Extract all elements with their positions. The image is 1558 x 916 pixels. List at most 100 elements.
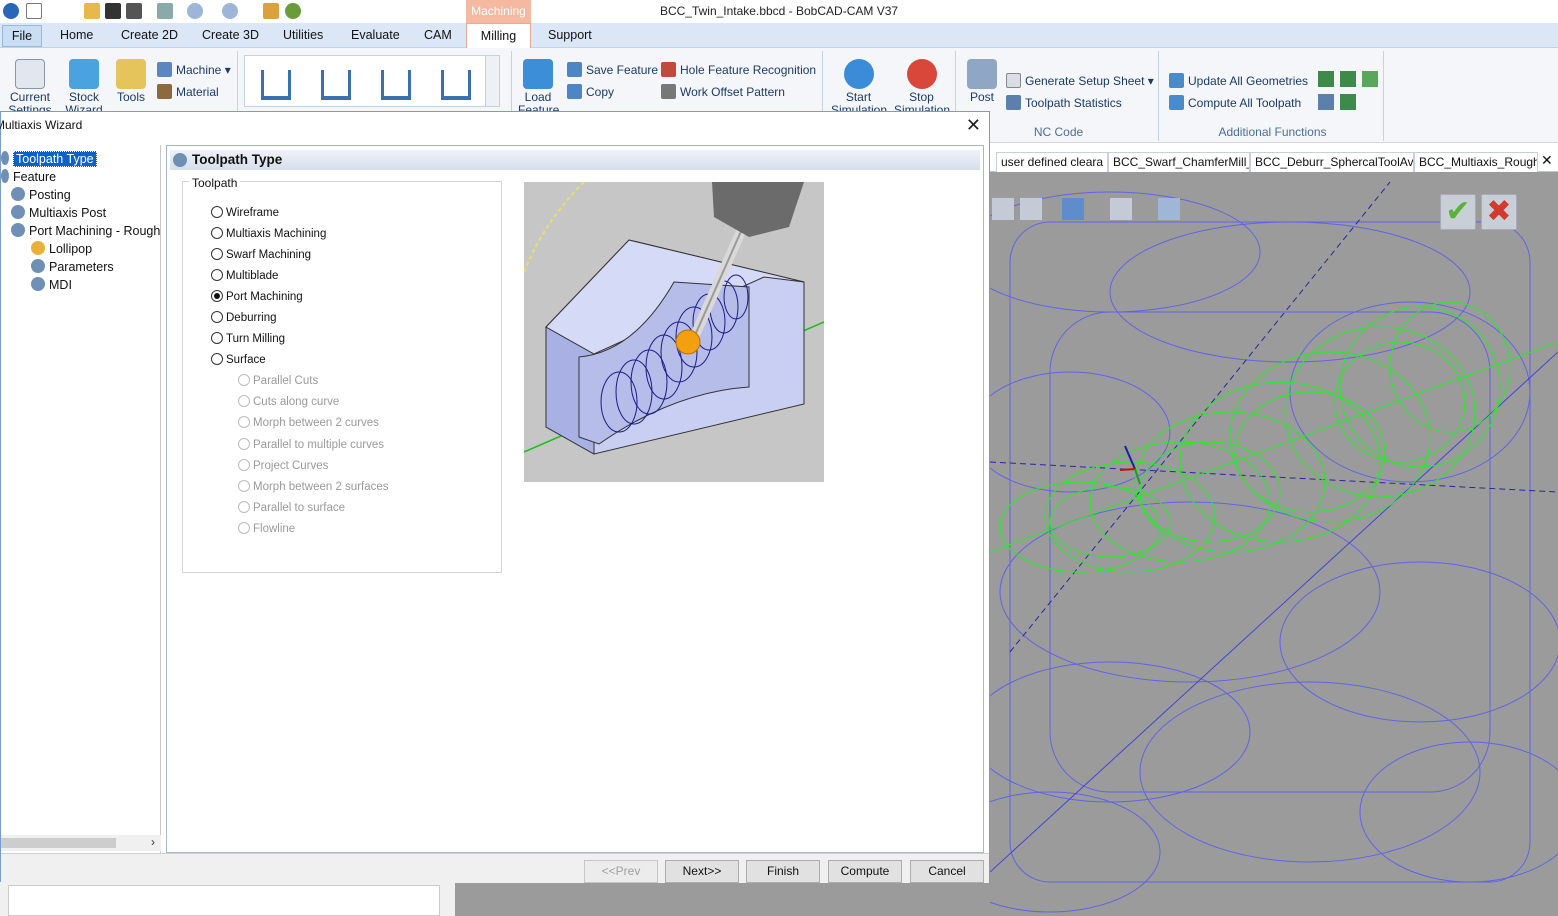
stock-wizard-button[interactable]: Stock Wizard [60,59,108,117]
work-offset-icon [661,84,676,99]
tab-file[interactable]: File [2,25,42,47]
generate-setup-sheet-button[interactable]: Generate Setup Sheet ▾ [1006,73,1154,88]
tree-item-lollipop[interactable]: Lollipop [31,241,92,256]
current-settings-button[interactable]: Current Settings [5,59,55,117]
tree-item-port-machining[interactable]: Port Machining - Rough [11,223,160,238]
surface-option-parallel-multiple-curves[interactable]: Parallel to multiple curves [238,438,384,451]
expand-icon[interactable] [1362,71,1378,87]
toolpath-gallery-icon-3[interactable] [381,70,411,100]
surface-option-cuts-along-curve[interactable]: Cuts along curve [238,395,339,408]
compute-all-toolpath-button[interactable]: Compute All Toolpath [1169,95,1301,110]
option-label: Parallel Cuts [253,375,319,387]
surface-option-project-curves[interactable]: Project Curves [238,459,328,472]
stop-simulation-button[interactable]: Stop Simulation [894,59,950,117]
prev-button[interactable]: <<Prev [584,860,658,883]
tree-horizontal-scrollbar[interactable]: › [1,835,161,851]
option-port-machining[interactable]: Port Machining [211,290,303,303]
doc-tab-swarf[interactable]: BCC_Swarf_ChamferMill_( [1108,152,1250,172]
option-wireframe[interactable]: Wireframe [211,206,279,219]
option-turn-milling[interactable]: Turn Milling [211,332,285,345]
next-button[interactable]: Next>> [665,860,739,883]
toolpath-gallery-icon-1[interactable] [261,70,291,100]
visibility-icon[interactable] [1110,198,1132,220]
wizard-tree: Toolpath Type Feature Posting Multiaxis … [1,145,161,853]
compute-button[interactable]: Compute [828,860,902,883]
pan-icon[interactable] [1020,198,1042,220]
tab-support[interactable]: Support [548,28,592,42]
option-surface[interactable]: Surface [211,353,266,366]
copy-button[interactable]: Copy [567,84,614,99]
option-swarf-machining[interactable]: Swarf Machining [211,248,311,261]
toolpath-gallery-icon-2[interactable] [321,70,351,100]
finish-button[interactable]: Finish [746,860,820,883]
surface-option-parallel-cuts[interactable]: Parallel Cuts [238,374,318,387]
surface-option-morph-2-surfaces[interactable]: Morph between 2 surfaces [238,480,389,493]
zoom-icon[interactable] [992,198,1014,220]
tree-item-label: Feature [13,170,57,184]
radio-icon [238,395,250,407]
machine-button[interactable]: Machine ▾ [157,62,231,77]
tree-item-mdi[interactable]: MDI [31,277,72,292]
display-mode-icon[interactable] [1158,198,1180,220]
save-feature-button[interactable]: Save Feature [567,62,658,77]
option-multiaxis-machining[interactable]: Multiaxis Machining [211,227,326,240]
tab-evaluate[interactable]: Evaluate [351,28,400,42]
update-all-geometries-label: Update All Geometries [1188,74,1309,88]
viewport-lower-strip [455,882,990,916]
tab-milling[interactable]: Milling [466,23,531,49]
tree-item-feature[interactable]: Feature [1,169,56,184]
hole-feature-recognition-button[interactable]: Hole Feature Recognition [661,62,816,77]
start-simulation-button[interactable]: Start Simulation [831,59,887,117]
option-label: Morph between 2 curves [253,417,379,429]
radio-icon [211,269,223,281]
view-cube-icon[interactable] [1062,198,1084,220]
tab-create-3d[interactable]: Create 3D [202,28,259,42]
add-icon[interactable] [1318,71,1334,87]
scroll-thumb[interactable] [1,838,116,848]
radio-icon [238,374,250,386]
chart-icon[interactable] [1340,94,1356,110]
ribbon-tabs: File Home Create 2D Create 3D Utilities … [0,23,1558,49]
tab-cam[interactable]: CAM [424,28,452,42]
doc-tab-multiaxis-rough[interactable]: BCC_Multiaxis_Rough [1414,152,1538,172]
toolpath-statistics-button[interactable]: Toolpath Statistics [1006,95,1122,110]
tree-item-toolpath-type[interactable]: Toolpath Type [1,151,97,167]
tree-item-posting[interactable]: Posting [11,187,71,202]
accept-check-icon[interactable]: ✔ [1440,194,1476,230]
load-feature-button[interactable]: Load Feature [518,59,559,117]
work-offset-pattern-button[interactable]: Work Offset Pattern [661,84,785,99]
surface-option-parallel-to-surface[interactable]: Parallel to surface [238,501,345,514]
tab-home[interactable]: Home [60,28,93,42]
doc-tab-deburr[interactable]: BCC_Deburr_SphercalToolAvc [1250,152,1414,172]
lower-input-area[interactable] [8,885,440,916]
close-tab-icon[interactable]: ✕ [1541,152,1553,169]
doc-tab-clearance[interactable]: user defined cleara [996,152,1108,172]
cancel-button[interactable]: Cancel [910,860,984,883]
tool-add-icon[interactable] [1340,71,1356,87]
panel-header: Toolpath Type [170,150,980,170]
toolpath-gallery[interactable] [244,55,500,107]
post-button[interactable]: Post [964,59,1000,104]
tree-item-parameters[interactable]: Parameters [31,259,114,274]
surface-option-flowline[interactable]: Flowline [238,522,295,535]
tree-item-multiaxis-post[interactable]: Multiaxis Post [11,205,106,220]
toolpath-gallery-icon-4[interactable] [441,70,471,100]
tab-utilities[interactable]: Utilities [283,28,323,42]
update-all-geometries-button[interactable]: Update All Geometries [1169,73,1308,88]
work-offset-pattern-label: Work Offset Pattern [680,85,785,99]
gallery-scroll[interactable] [485,56,499,106]
tab-create-2d[interactable]: Create 2D [121,28,178,42]
cancel-x-icon[interactable]: ✖ [1481,194,1517,230]
compute-all-toolpath-label: Compute All Toolpath [1188,96,1302,110]
view-toolbar [992,192,1182,226]
material-button[interactable]: Material [157,84,219,99]
export-icon[interactable] [1318,94,1334,110]
surface-option-morph-2-curves[interactable]: Morph between 2 curves [238,416,379,429]
option-deburring[interactable]: Deburring [211,311,277,324]
scroll-right-icon[interactable]: › [151,835,155,849]
tools-button[interactable]: Tools [113,59,149,104]
option-multiblade[interactable]: Multiblade [211,269,278,282]
close-icon[interactable]: ✕ [966,115,981,135]
tree-item-label: Lollipop [49,242,93,256]
3d-viewport[interactable]: ✔ ✖ [990,172,1558,916]
